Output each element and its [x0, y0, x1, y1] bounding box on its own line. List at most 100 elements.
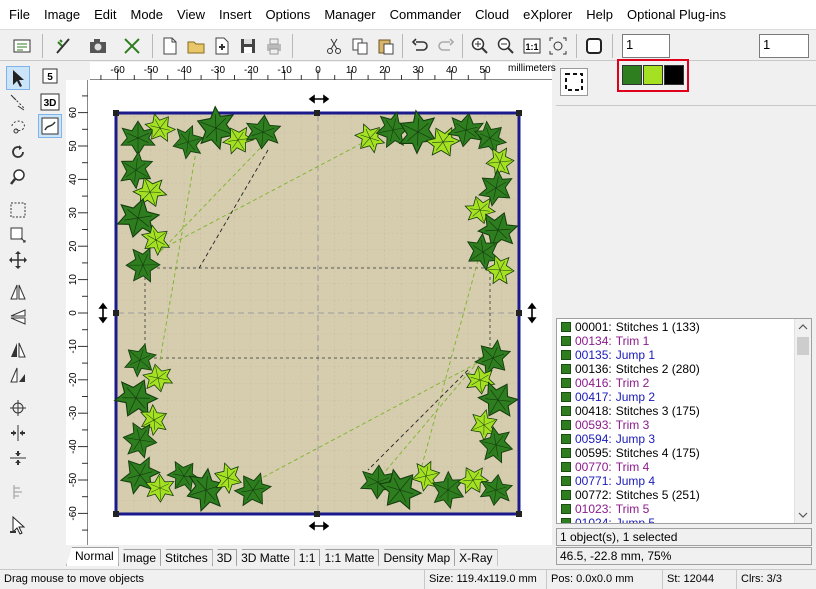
menu-optional-plug-ins[interactable]: Optional Plug-ins [620, 0, 733, 30]
object-number: 00593: [575, 418, 612, 432]
thread-color-swatch-black[interactable] [664, 65, 684, 85]
ruler-tick-label: -30 [211, 65, 226, 76]
zoom-in-icon[interactable] [468, 34, 492, 58]
tab-density-map[interactable]: Density Map [378, 549, 456, 566]
center-vertical-icon[interactable] [6, 446, 30, 470]
hoop-color-icon[interactable] [560, 68, 588, 96]
mirror-horizontal-icon[interactable] [6, 280, 30, 304]
menu-view[interactable]: View [170, 0, 212, 30]
select-arrow-icon[interactable] [6, 66, 30, 90]
thread-color-swatch-dark-green[interactable] [622, 65, 642, 85]
rectangle-select-icon[interactable] [6, 198, 30, 222]
object-label: Trim 3 [615, 418, 650, 432]
menu-explorer[interactable]: eXplorer [516, 0, 579, 30]
ruler-tick-label: 50 [68, 140, 79, 152]
tab-normal[interactable]: Normal [66, 547, 119, 566]
tab-stitches[interactable]: Stitches [160, 549, 213, 566]
ruler-tick-label: -30 [68, 406, 79, 421]
color-index-spinner[interactable]: 1 [622, 34, 670, 58]
hoop-icon[interactable] [8, 34, 36, 58]
menu-edit[interactable]: Edit [87, 0, 123, 30]
menu-commander[interactable]: Commander [383, 0, 469, 30]
hoop-select-icon[interactable] [582, 34, 606, 58]
menu-cloud[interactable]: Cloud [468, 0, 516, 30]
needle-check-icon[interactable] [50, 34, 78, 58]
list-item[interactable]: 00772: Stitches 5 (251) [557, 488, 811, 502]
zoom-fit-icon[interactable] [546, 34, 570, 58]
list-item[interactable]: 00135: Jump 1 [557, 348, 811, 362]
new-file-icon[interactable] [158, 34, 182, 58]
stitch-remove-icon[interactable] [118, 34, 146, 58]
secondary-spinner[interactable]: 1 [759, 34, 809, 58]
object-label: Jump 5 [615, 516, 656, 524]
insert-file-icon[interactable] [210, 34, 234, 58]
thread-swatch-icon [561, 448, 571, 458]
list-item[interactable]: 00134: Trim 1 [557, 334, 811, 348]
menu-options[interactable]: Options [259, 0, 318, 30]
sew-simulator-icon[interactable]: 5 [38, 64, 62, 88]
thread-swatch-icon [561, 490, 571, 500]
list-item[interactable]: 00416: Trim 2 [557, 376, 811, 390]
menu-manager[interactable]: Manager [317, 0, 382, 30]
open-folder-icon[interactable] [184, 34, 208, 58]
thread-swatch-icon [561, 364, 571, 374]
resize-icon[interactable] [6, 223, 30, 247]
paste-icon[interactable] [374, 34, 398, 58]
magnify-icon[interactable] [6, 165, 30, 189]
cut-icon[interactable] [322, 34, 346, 58]
menu-mode[interactable]: Mode [124, 0, 171, 30]
list-item[interactable]: 00770: Trim 4 [557, 460, 811, 474]
ruler-tick-label: 30 [413, 65, 425, 76]
menu-file[interactable]: File [2, 0, 37, 30]
3d-view-icon[interactable]: 3D [38, 90, 62, 114]
list-scrollbar[interactable] [794, 319, 811, 523]
camera-icon[interactable] [84, 34, 112, 58]
list-item[interactable]: 00594: Jump 3 [557, 432, 811, 446]
distribute-icon[interactable] [6, 480, 30, 504]
stitch-view-icon[interactable] [38, 114, 62, 138]
ruler-tick-label: -10 [68, 339, 79, 354]
tab-3d[interactable]: 3D [211, 549, 238, 566]
thread-color-swatch-light-green[interactable] [643, 65, 663, 85]
list-item[interactable]: 00418: Stitches 3 (175) [557, 404, 811, 418]
lasso-select-icon[interactable] [6, 90, 30, 114]
align-left-icon[interactable] [6, 338, 30, 362]
object-label: Trim 5 [615, 502, 650, 516]
design-canvas[interactable] [88, 80, 552, 545]
tab-1-1[interactable]: 1:1 [293, 549, 321, 566]
edit-points-icon[interactable] [6, 513, 30, 537]
menu-image[interactable]: Image [37, 0, 87, 30]
center-icon[interactable] [6, 396, 30, 420]
list-item[interactable]: 00417: Jump 2 [557, 390, 811, 404]
ruler-tick-label: -20 [68, 372, 79, 387]
save-icon[interactable] [236, 34, 260, 58]
list-item[interactable]: 00136: Stitches 2 (280) [557, 362, 811, 376]
list-item[interactable]: 01024: Jump 5 [557, 516, 811, 524]
list-item[interactable]: 00001: Stitches 1 (133) [557, 320, 811, 334]
rotate-icon[interactable] [6, 140, 30, 164]
mirror-vertical-icon[interactable] [6, 305, 30, 329]
list-item[interactable]: 00595: Stitches 4 (175) [557, 446, 811, 460]
print-icon[interactable] [262, 34, 286, 58]
tab-3d-matte[interactable]: 3D Matte [236, 549, 295, 566]
menu-help[interactable]: Help [579, 0, 620, 30]
ruler-tick-label: 0 [315, 65, 321, 76]
align-bottom-icon[interactable] [6, 363, 30, 387]
menu-insert[interactable]: Insert [212, 0, 259, 30]
undo-icon[interactable] [408, 34, 432, 58]
tab-1-1-matte[interactable]: 1:1 Matte [319, 549, 380, 566]
redo-icon[interactable] [434, 34, 458, 58]
zoom-out-icon[interactable] [494, 34, 518, 58]
tab-x-ray[interactable]: X-Ray [454, 549, 498, 566]
center-horizontal-icon[interactable] [6, 421, 30, 445]
copy-icon[interactable] [348, 34, 372, 58]
freehand-select-icon[interactable] [6, 114, 30, 138]
move-icon[interactable] [6, 248, 30, 272]
zoom-actual-size-icon[interactable]: 1:1 [520, 34, 544, 58]
list-item[interactable]: 00593: Trim 3 [557, 418, 811, 432]
list-item[interactable]: 01023: Trim 5 [557, 502, 811, 516]
object-list[interactable]: 00001: Stitches 1 (133) 00134: Trim 1 00135:… [556, 318, 812, 524]
tab-image[interactable]: Image [117, 549, 162, 566]
list-item[interactable]: 00771: Jump 4 [557, 474, 811, 488]
cursor-info: 46.5, -22.8 mm, 75% [556, 547, 812, 565]
